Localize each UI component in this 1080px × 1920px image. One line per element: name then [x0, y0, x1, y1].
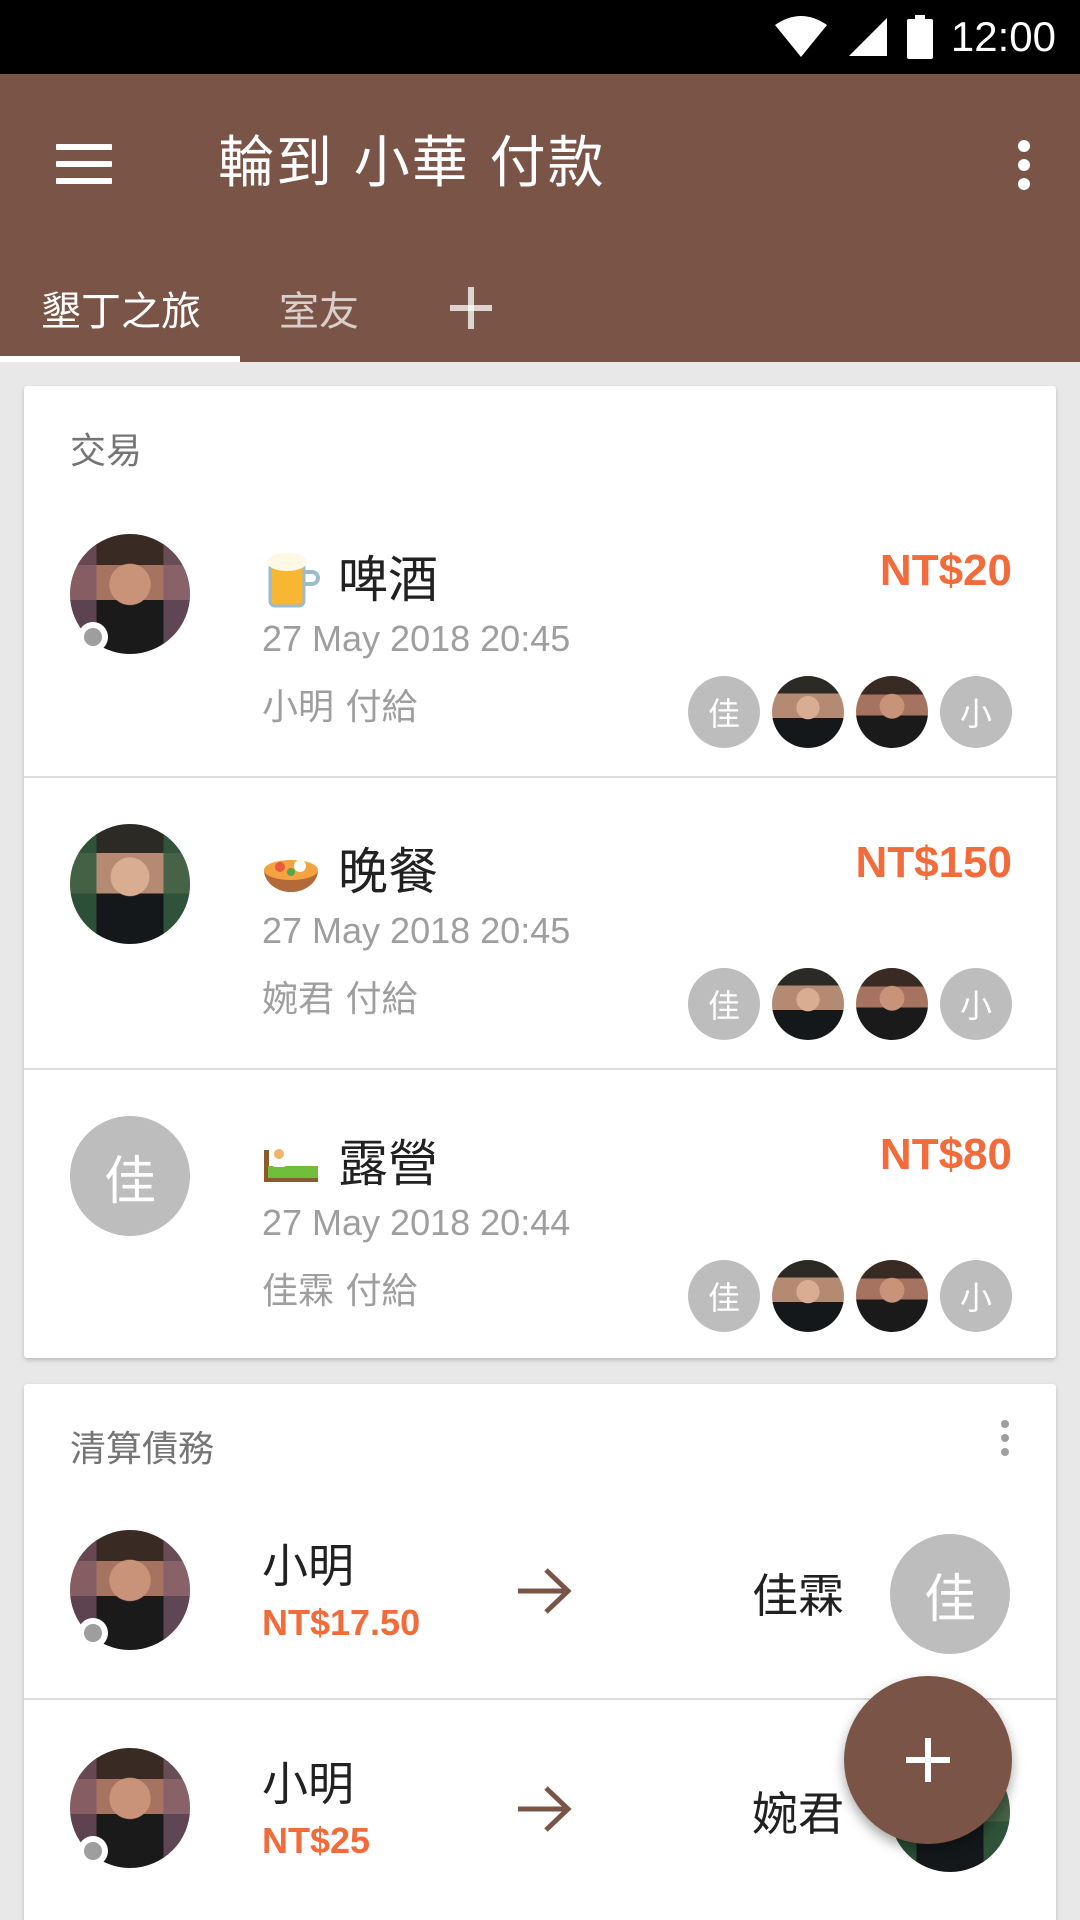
payer-avatar [70, 824, 190, 944]
participant-avatars: 佳 小 [688, 968, 1012, 1040]
transaction-amount: NT$150 [855, 838, 1012, 887]
debt-amount: NT$25 [262, 1820, 371, 1861]
beer-mug-icon [267, 553, 320, 608]
bed-icon [264, 1149, 318, 1182]
tab-roommates[interactable]: 室友 [272, 254, 366, 362]
debtor-name: 小明 [262, 1539, 354, 1593]
participant-avatars: 佳 小 [688, 676, 1012, 748]
payer-avatar: 佳 [70, 1116, 190, 1236]
creditor-name: 婉君 [752, 1787, 844, 1841]
status-dot [78, 1836, 108, 1866]
settle-header: 清算債務 [70, 1429, 215, 1470]
transaction-title: 露營 [338, 1135, 438, 1193]
add-transaction-fab[interactable] [844, 1676, 1012, 1844]
food-bowl-icon [264, 860, 318, 892]
page-title: 輪到 小華 付款 [218, 131, 606, 196]
signal-icon [848, 18, 887, 56]
more-vert-icon[interactable] [1010, 130, 1040, 200]
divider [24, 1068, 1056, 1070]
arrow-right-icon [518, 1568, 572, 1614]
settle-more-icon[interactable] [998, 1418, 1012, 1458]
transactions-header: 交易 [70, 431, 143, 472]
status-dot [78, 622, 108, 652]
status-dot [78, 1618, 108, 1648]
transaction-amount: NT$80 [879, 1130, 1012, 1179]
tab-bar: 墾丁之旅 室友 [0, 254, 1080, 362]
transaction-date: 27 May 2018 20:44 [262, 1202, 571, 1243]
participant-avatar: 佳 [688, 1260, 760, 1332]
creditor-avatar: 佳 [890, 1534, 1010, 1654]
creditor-name: 佳霖 [752, 1569, 844, 1623]
transaction-paid-by: 婉君 付給 [262, 979, 418, 1020]
transaction-date: 27 May 2018 20:45 [262, 618, 571, 659]
debt-amount: NT$17.50 [262, 1602, 421, 1643]
wifi-icon [774, 16, 827, 57]
participant-avatar [772, 676, 844, 748]
tab-indicator [0, 356, 240, 362]
menu-icon[interactable] [54, 134, 114, 194]
participant-avatar: 小 [940, 968, 1012, 1040]
battery-icon [906, 15, 933, 59]
participant-avatar: 佳 [688, 968, 760, 1040]
tab-kenting-trip[interactable]: 墾丁之旅 [36, 254, 206, 362]
participant-avatar [772, 968, 844, 1040]
clock: 12:00 [950, 13, 1056, 60]
add-tab-icon[interactable] [442, 254, 502, 362]
participant-avatar [856, 1260, 928, 1332]
arrow-right-icon [518, 1786, 572, 1832]
app-bar: 輪到 小華 付款 墾丁之旅 室友 [0, 74, 1080, 362]
debtor-name: 小明 [262, 1757, 354, 1811]
participant-avatar: 小 [940, 1260, 1012, 1332]
transaction-amount: NT$20 [879, 546, 1012, 595]
participant-avatar [856, 676, 928, 748]
divider [24, 776, 1056, 778]
transaction-title: 啤酒 [338, 551, 438, 609]
transaction-date: 27 May 2018 20:45 [262, 910, 571, 951]
transaction-paid-by: 佳霖 付給 [262, 1271, 418, 1312]
participant-avatar [772, 1260, 844, 1332]
transactions-card: 交易 啤酒 27 May 2018 20:45 小明 付給 NT$20 佳 小 … [24, 386, 1056, 1358]
status-bar: 12:00 [0, 0, 1080, 74]
transaction-paid-by: 小明 付給 [262, 687, 418, 728]
transaction-title: 晚餐 [338, 843, 438, 901]
participant-avatar [856, 968, 928, 1040]
participant-avatar: 小 [940, 676, 1012, 748]
participant-avatar: 佳 [688, 676, 760, 748]
participant-avatars: 佳 小 [688, 1260, 1012, 1332]
